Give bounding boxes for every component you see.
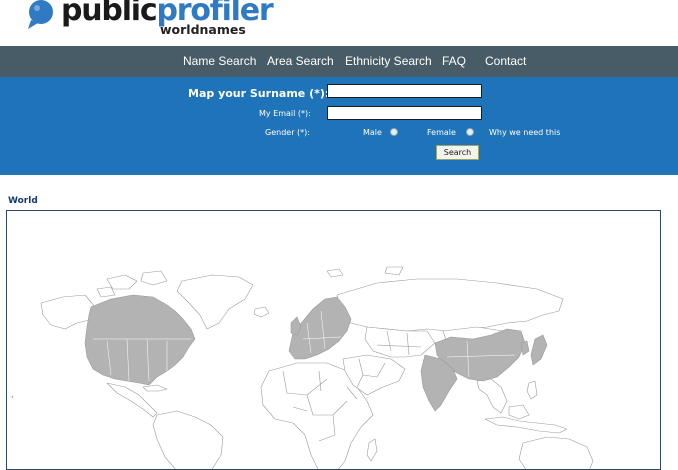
why-we-need-this-link[interactable]: Why we need this (489, 128, 560, 137)
email-label: My Email (*): (259, 109, 311, 118)
indonesia-shape (484, 416, 568, 434)
main-nav: Name Search Area Search Ethnicity Search… (0, 46, 678, 77)
surname-input[interactable] (327, 84, 482, 98)
gender-male-radio[interactable] (390, 128, 398, 136)
surname-label: Map your Surname (*): (188, 87, 330, 100)
world-map[interactable]: ‹ (6, 210, 661, 470)
southeast-asia-shape (476, 378, 508, 414)
nav-faq[interactable]: FAQ (442, 54, 466, 68)
world-map-svg: ‹ (11, 266, 594, 469)
logo-subtitle: worldnames (160, 22, 246, 37)
logo-bubble-icon (28, 0, 53, 29)
map-title: World (8, 196, 38, 206)
email-input[interactable] (327, 106, 482, 120)
central-asia-shape (364, 326, 436, 358)
south-america-shape (152, 410, 224, 469)
nav-ethnicity-search[interactable]: Ethnicity Search (345, 54, 432, 68)
iceland-shape (253, 306, 270, 318)
arctic-islands-shape (96, 270, 168, 298)
russia-shape (336, 278, 564, 332)
gender-female-label: Female (427, 128, 456, 137)
australia-shape (518, 436, 594, 469)
borneo-shape (508, 404, 530, 420)
logo-brand-part1: public (61, 0, 158, 28)
philippines-shape (526, 380, 538, 400)
gender-female-radio[interactable] (466, 128, 474, 136)
north-america-highlight (84, 294, 196, 386)
nav-area-search[interactable]: Area Search (267, 54, 334, 68)
gender-label: Gender (*): (265, 128, 310, 137)
caribbean-shape (142, 384, 168, 392)
nav-contact[interactable]: Contact (485, 54, 526, 68)
gender-male-label: Male (363, 128, 382, 137)
surname-search-form: Map your Surname (*): My Email (*): Gend… (0, 77, 678, 175)
nav-name-search[interactable]: Name Search (183, 54, 256, 68)
alaska-shape (40, 294, 96, 330)
site-logo[interactable]: publicprofiler worldnames (28, 0, 288, 44)
search-button[interactable]: Search (436, 145, 479, 160)
japan-highlight (530, 334, 548, 366)
map-scroll-indicator: ‹ (11, 393, 14, 401)
greenland-shape (176, 274, 254, 330)
korea-highlight (520, 340, 530, 356)
arctic-russia-islands (326, 266, 404, 278)
